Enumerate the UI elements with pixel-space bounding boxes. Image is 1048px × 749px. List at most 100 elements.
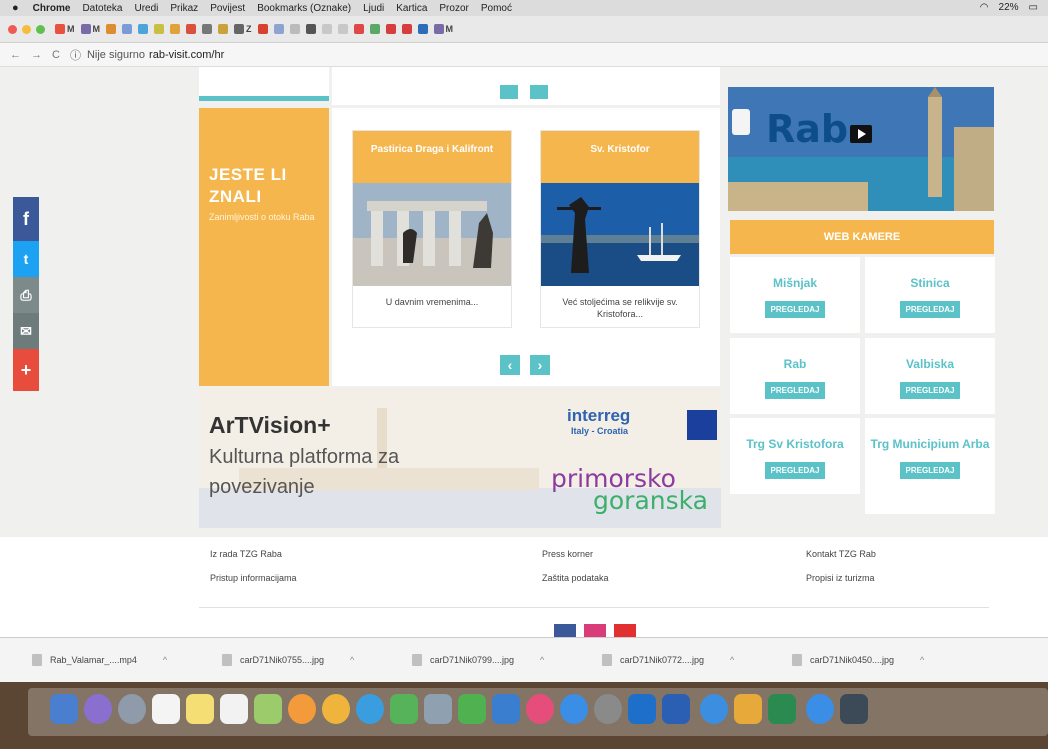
- finder-icon[interactable]: [50, 694, 78, 724]
- footer-link[interactable]: Zaštita podataka: [542, 573, 609, 583]
- share-facebook-button[interactable]: f: [13, 197, 39, 241]
- menu-povijest[interactable]: Povijest: [210, 3, 245, 14]
- chevron-up-icon[interactable]: ^: [730, 655, 734, 665]
- downloads-stack-icon[interactable]: [840, 694, 868, 724]
- outlook-icon[interactable]: [628, 694, 656, 724]
- download-item[interactable]: carD71Nik0772....jpg ^: [602, 654, 792, 666]
- carousel-prev-button[interactable]: ‹: [500, 355, 520, 375]
- chevron-up-icon[interactable]: ^: [920, 655, 924, 665]
- tab-favicon[interactable]: [289, 24, 300, 34]
- footer-link[interactable]: Pristup informacijama: [210, 573, 297, 583]
- menu-uredi[interactable]: Uredi: [134, 3, 158, 14]
- tab-favicon[interactable]: [170, 24, 180, 34]
- tab-favicon[interactable]: [106, 24, 116, 34]
- numbers-icon[interactable]: [458, 694, 486, 724]
- pages-icon[interactable]: [424, 694, 452, 724]
- footer-instagram-icon[interactable]: [584, 624, 606, 637]
- tab-favicon[interactable]: M: [55, 24, 75, 34]
- footer-link[interactable]: Iz rada TZG Raba: [210, 549, 282, 559]
- tab-favicon[interactable]: M: [80, 24, 100, 34]
- tab-favicon[interactable]: [417, 24, 428, 34]
- siri-icon[interactable]: [84, 694, 112, 724]
- chevron-up-icon[interactable]: ^: [163, 655, 167, 665]
- itunes-icon[interactable]: [526, 694, 554, 724]
- artvision-banner[interactable]: ArTVision+ Kulturna platforma za poveziv…: [199, 388, 721, 528]
- tab-favicon[interactable]: [337, 24, 348, 34]
- next-arrow-top[interactable]: [530, 85, 548, 99]
- menu-ljudi[interactable]: Ljudi: [363, 3, 384, 14]
- info-icon[interactable]: ⓘ: [70, 47, 81, 63]
- play-icon[interactable]: [850, 125, 872, 143]
- tab-favicon[interactable]: [401, 24, 412, 34]
- tab-favicon[interactable]: [122, 24, 132, 34]
- share-more-button[interactable]: +: [13, 349, 39, 391]
- menu-bookmarks[interactable]: Bookmarks (Oznake): [257, 3, 351, 14]
- tab-favicon[interactable]: [186, 24, 196, 34]
- word-icon[interactable]: [662, 694, 690, 724]
- chevron-up-icon[interactable]: ^: [540, 655, 544, 665]
- share-twitter-button[interactable]: t: [13, 241, 39, 277]
- webcam-view-button[interactable]: PREGLEDAJ: [899, 462, 961, 479]
- url-field[interactable]: rab-visit.com/hr: [149, 49, 224, 61]
- download-item[interactable]: Rab_Valamar_....mp4 ^: [32, 654, 222, 666]
- system-preferences-icon[interactable]: [594, 694, 622, 724]
- photos-icon[interactable]: [288, 694, 316, 724]
- reminders-icon[interactable]: [220, 694, 248, 724]
- download-item[interactable]: carD71Nik0799....jpg ^: [412, 654, 602, 666]
- zoom-window-icon[interactable]: [36, 24, 45, 34]
- reload-icon[interactable]: C: [52, 49, 60, 61]
- rab-video[interactable]: Rab: [728, 87, 994, 211]
- footer-link[interactable]: Kontakt TZG Rab: [806, 549, 876, 559]
- teamviewer-icon[interactable]: [700, 694, 728, 724]
- tab-favicon[interactable]: [257, 24, 268, 34]
- footer-link[interactable]: Press korner: [542, 549, 593, 559]
- tab-favicon[interactable]: Z: [234, 24, 252, 34]
- prev-arrow-top[interactable]: [500, 85, 518, 99]
- webcam-view-button[interactable]: PREGLEDAJ: [764, 301, 826, 318]
- minimize-window-icon[interactable]: [22, 24, 31, 34]
- tab-favicon[interactable]: [385, 24, 396, 34]
- menu-chrome[interactable]: Chrome: [33, 3, 71, 14]
- webcam-view-button[interactable]: PREGLEDAJ: [764, 462, 826, 479]
- app-store-icon-2[interactable]: [806, 694, 834, 724]
- menu-prikaz[interactable]: Prikaz: [170, 3, 198, 14]
- share-print-button[interactable]: ⎙: [13, 277, 39, 313]
- tab-favicon[interactable]: M: [433, 24, 453, 34]
- download-item[interactable]: carD71Nik0450....jpg ^: [792, 654, 982, 666]
- webcam-view-button[interactable]: PREGLEDAJ: [899, 301, 961, 318]
- back-arrow-icon[interactable]: ←: [10, 49, 21, 61]
- notes-icon[interactable]: [186, 694, 214, 724]
- menu-kartica[interactable]: Kartica: [396, 3, 427, 14]
- chevron-up-icon[interactable]: ^: [350, 655, 354, 665]
- app-store-icon[interactable]: [560, 694, 588, 724]
- calendar-icon[interactable]: [152, 694, 180, 724]
- archive-utility-icon[interactable]: [734, 694, 762, 724]
- maps-icon[interactable]: [254, 694, 282, 724]
- close-window-icon[interactable]: [8, 24, 17, 34]
- tab-favicon[interactable]: [369, 24, 380, 34]
- facetime-icon[interactable]: [390, 694, 418, 724]
- tab-favicon[interactable]: [353, 24, 364, 34]
- menu-datoteka[interactable]: Datoteka: [82, 3, 122, 14]
- tab-favicon[interactable]: [138, 24, 148, 34]
- share-email-button[interactable]: ✉: [13, 313, 39, 349]
- tab-favicon[interactable]: [273, 24, 284, 34]
- wifi-icon[interactable]: ◠: [980, 2, 989, 13]
- menu-prozor[interactable]: Prozor: [439, 3, 468, 14]
- webcam-view-button[interactable]: PREGLEDAJ: [899, 382, 961, 399]
- apple-menu-icon[interactable]: ●: [12, 2, 19, 14]
- footer-youtube-icon[interactable]: [614, 624, 636, 637]
- fact-card[interactable]: Sv. Kristofor Već stoljećima se relikvij…: [540, 130, 700, 328]
- tab-favicon[interactable]: [321, 24, 332, 34]
- tab-favicon[interactable]: [154, 24, 164, 34]
- battery-icon[interactable]: ▭: [1029, 2, 1038, 13]
- tab-favicon[interactable]: [305, 24, 316, 34]
- excel-icon[interactable]: [768, 694, 796, 724]
- footer-link[interactable]: Propisi iz turizma: [806, 573, 875, 583]
- messages-icon[interactable]: [356, 694, 384, 724]
- tab-favicon[interactable]: [218, 24, 228, 34]
- carousel-next-button[interactable]: ›: [530, 355, 550, 375]
- webcam-view-button[interactable]: PREGLEDAJ: [764, 382, 826, 399]
- launchpad-icon[interactable]: [118, 694, 146, 724]
- chrome-icon[interactable]: [322, 694, 350, 724]
